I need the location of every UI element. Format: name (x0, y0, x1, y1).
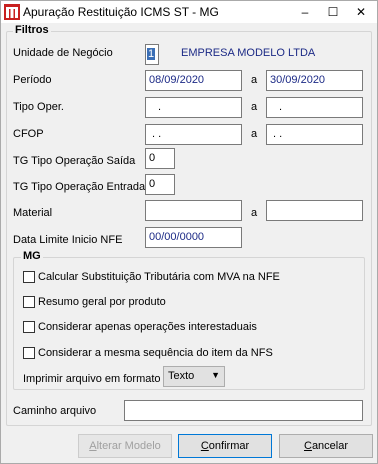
periodo-to-input[interactable]: 30/09/2020 (266, 70, 363, 91)
tipo-oper-label: Tipo Oper. (13, 101, 64, 113)
tipo-oper-a-label: a (251, 101, 258, 113)
chk-mesma-sequencia-label: Considerar a mesma sequência do item da … (38, 347, 273, 360)
title-bar[interactable]: Apuração Restituição ICMS ST - MG – ☐ ✕ (1, 1, 377, 23)
maximize-button[interactable]: ☐ (319, 1, 347, 23)
formato-label: Imprimir arquivo em formato (23, 373, 161, 385)
mg-legend: MG (21, 250, 43, 262)
checkbox-icon[interactable] (23, 347, 35, 360)
checkbox-icon[interactable] (23, 321, 35, 334)
periodo-from-input[interactable]: 08/09/2020 (145, 70, 242, 91)
tg-entrada-input[interactable]: 0 (145, 174, 175, 195)
alterar-modelo-button[interactable]: Alterar Modelo (78, 434, 172, 458)
chk-mesma-sequencia[interactable]: Considerar a mesma sequência do item da … (23, 347, 273, 361)
dialog-window: Apuração Restituição ICMS ST - MG – ☐ ✕ … (0, 0, 378, 464)
material-to-input[interactable] (266, 200, 363, 221)
tipo-oper-from-input[interactable]: . (145, 97, 242, 118)
chk-resumo-geral-label: Resumo geral por produto (38, 296, 166, 309)
cancelar-accel: C (303, 440, 312, 452)
cfop-label: CFOP (13, 128, 44, 140)
window-title: Apuração Restituição ICMS ST - MG (23, 5, 219, 19)
data-limite-label: Data Limite Inicio NFE (13, 234, 123, 246)
app-logo-icon (4, 4, 20, 20)
minimize-button[interactable]: – (291, 1, 319, 23)
caminho-input[interactable] (124, 400, 363, 421)
tg-entrada-label: TG Tipo Operação Entrada (13, 181, 146, 193)
unidade-name: EMPRESA MODELO LTDA (181, 47, 316, 59)
confirmar-button[interactable]: Confirmar (178, 434, 272, 458)
unidade-label: Unidade de Negócio (13, 47, 113, 59)
material-a-label: a (251, 207, 258, 219)
chk-calcular-mva[interactable]: Calcular Substituição Tributária com MVA… (23, 271, 280, 285)
checkbox-icon[interactable] (23, 296, 35, 309)
confirmar-label: onfirmar (208, 440, 250, 452)
cfop-to-input[interactable]: . . (266, 124, 363, 145)
chk-calcular-mva-label: Calcular Substituição Tributária com MVA… (38, 271, 280, 284)
confirmar-accel: C (200, 440, 209, 452)
alterar-modelo-label: lterar Modelo (96, 440, 161, 452)
filtros-legend: Filtros (13, 24, 51, 36)
cancelar-label: ancelar (311, 440, 349, 452)
chk-resumo-geral[interactable]: Resumo geral por produto (23, 296, 166, 310)
tg-saida-input[interactable]: 0 (145, 148, 175, 169)
data-limite-input[interactable]: 00/00/0000 (145, 227, 242, 248)
material-from-input[interactable] (145, 200, 242, 221)
close-button[interactable]: ✕ (347, 1, 375, 23)
caminho-label: Caminho arquivo (13, 405, 97, 417)
tipo-oper-to-input[interactable]: . (266, 97, 363, 118)
unidade-code-value: 1 (147, 48, 156, 60)
periodo-label: Período (13, 74, 52, 86)
unidade-code-input[interactable]: 1 (145, 44, 159, 65)
formato-selected-value: Texto (168, 370, 195, 382)
formato-select[interactable]: Texto ▼ (163, 366, 225, 387)
checkbox-icon[interactable] (23, 271, 35, 284)
tg-saida-label: TG Tipo Operação Saída (13, 155, 136, 167)
cancelar-button[interactable]: Cancelar (279, 434, 373, 458)
material-label: Material (13, 207, 53, 219)
cfop-from-input[interactable]: . . (145, 124, 242, 145)
chevron-down-icon: ▼ (211, 370, 220, 380)
chk-interestaduais[interactable]: Considerar apenas operações interestadua… (23, 321, 257, 335)
periodo-a-label: a (251, 74, 258, 86)
alterar-modelo-accel: A (89, 440, 97, 452)
cfop-a-label: a (251, 128, 258, 140)
chk-interestaduais-label: Considerar apenas operações interestadua… (38, 321, 257, 334)
